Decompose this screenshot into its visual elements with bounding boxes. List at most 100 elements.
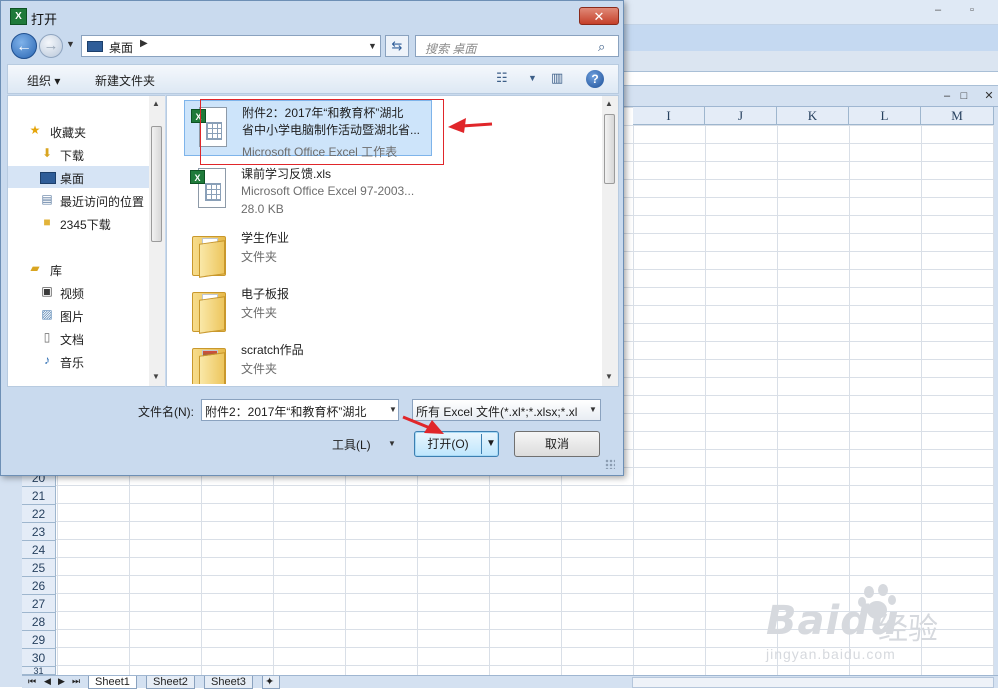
scroll-thumb[interactable] [604, 114, 615, 184]
cancel-button[interactable]: 取消 [514, 431, 600, 457]
column-header[interactable]: I [633, 107, 705, 125]
column-header[interactable]: L [849, 107, 921, 125]
filename-dropdown-icon[interactable]: ▼ [389, 405, 397, 414]
filename-input[interactable]: 附件2：2017年“和教育杯”湖北 [201, 399, 399, 421]
favorites-header[interactable]: ★ 收藏夹 [8, 120, 152, 142]
new-folder-button[interactable]: 新建文件夹 [95, 72, 155, 89]
folder-item[interactable]: 电子板报 文件夹 [184, 282, 432, 338]
file-type: Microsoft Office Excel 97-2003... [241, 184, 415, 198]
sheet-tab[interactable]: Sheet2 [146, 676, 195, 689]
view-options-icon[interactable]: ☷ [496, 70, 508, 86]
open-file-dialog: X 打开 ✕ ← → ▼ 桌面 ▶ ▼ ⇆ 搜索 桌面 ⌕ 组织 ▾ 新建文件夹… [0, 0, 624, 476]
excel-right-frame [994, 107, 998, 687]
filetype-dropdown-icon[interactable]: ▼ [589, 405, 597, 414]
row-header[interactable]: 23 [22, 523, 56, 541]
workbook-minimize-icon[interactable]: – [938, 88, 956, 104]
row-header[interactable]: 21 [22, 487, 56, 505]
nav-item-documents[interactable]: ▯ 文档 [8, 327, 152, 349]
watermark-url: jingyan.baidu.com [766, 646, 896, 662]
folder-icon [190, 344, 228, 384]
row-header[interactable]: 27 [22, 595, 56, 613]
refresh-button[interactable]: ⇆ [385, 35, 409, 57]
first-sheet-icon[interactable]: ⏮ [28, 676, 36, 687]
scroll-down-icon[interactable]: ▼ [152, 372, 160, 381]
sheet-tab[interactable]: Sheet3 [204, 676, 253, 689]
row-header[interactable]: 28 [22, 613, 56, 631]
row-header[interactable]: 25 [22, 559, 56, 577]
filename-label: 文件名(N): [138, 405, 194, 419]
excel-app-icon: X [10, 8, 27, 25]
search-input[interactable]: 搜索 桌面 ⌕ [415, 35, 619, 57]
nav-item-videos[interactable]: ▣ 视频 [8, 281, 152, 303]
sheet-tab[interactable]: Sheet1 [88, 676, 137, 689]
organize-menu[interactable]: 组织 ▾ [27, 72, 60, 89]
row-header[interactable]: 22 [22, 505, 56, 523]
column-header[interactable]: M [921, 107, 994, 125]
breadcrumb-arrow-icon[interactable]: ▶ [140, 38, 148, 49]
scroll-thumb[interactable] [151, 126, 162, 242]
open-button-label: 打开(O) [427, 437, 469, 451]
baidu-jingyan-watermark: Baidu 经验 jingyan.baidu.com [760, 580, 950, 670]
last-sheet-icon[interactable]: ⏭ [72, 676, 80, 687]
row-header[interactable]: 24 [22, 541, 56, 559]
folder-name: 电子板报 [241, 287, 290, 301]
nav-item-pictures[interactable]: ▨ 图片 [8, 304, 152, 326]
nav-pane-scrollbar[interactable]: ▲ ▼ [149, 96, 165, 386]
preview-pane-icon[interactable]: ▥ [551, 70, 563, 86]
row-header[interactable]: 26 [22, 577, 56, 595]
scroll-up-icon[interactable]: ▲ [152, 99, 160, 108]
video-library-icon: ▣ [41, 284, 53, 298]
nav-item-downloads[interactable]: ⬇ 下载 [8, 143, 152, 165]
nav-item-recent-places[interactable]: ▤ 最近访问的位置 [8, 189, 152, 211]
row-header[interactable]: 31 [22, 667, 56, 675]
folder-item[interactable]: 学生作业 文件夹 [184, 226, 432, 282]
view-dropdown-icon[interactable]: ▼ [528, 73, 537, 83]
row-header[interactable]: 30 [22, 649, 56, 667]
scroll-down-icon[interactable]: ▼ [605, 372, 613, 381]
annotation-highlight-box [200, 99, 444, 165]
scroll-up-icon[interactable]: ▲ [605, 99, 613, 108]
forward-button[interactable]: → [39, 34, 63, 58]
next-sheet-icon[interactable]: ▶ [58, 676, 65, 687]
folder-name: scratch作品 [241, 343, 304, 357]
search-placeholder: 搜索 桌面 [425, 42, 477, 56]
nav-item-2345-downloads[interactable]: ■ 2345下载 [8, 212, 152, 234]
watermark-text: 经验 [878, 612, 938, 647]
help-icon[interactable]: ? [586, 70, 604, 88]
libraries-header[interactable]: ▰ 库 [8, 258, 152, 280]
nav-item-desktop[interactable]: 桌面 [8, 166, 152, 188]
folder-item[interactable]: scratch作品 文件夹 [184, 338, 432, 384]
address-dropdown-icon[interactable]: ▼ [368, 41, 377, 51]
folder-name: 学生作业 [241, 231, 290, 245]
workbook-close-icon[interactable]: ✕ [980, 88, 998, 104]
column-header[interactable]: K [777, 107, 849, 125]
column-header[interactable]: J [705, 107, 777, 125]
back-button[interactable]: ← [11, 33, 37, 59]
horizontal-scrollbar[interactable] [632, 677, 994, 688]
file-list-scrollbar[interactable]: ▲ ▼ [602, 96, 618, 386]
tools-menu[interactable]: 工具(L) [332, 436, 371, 453]
workbook-restore-icon[interactable]: □ [955, 88, 973, 104]
recent-places-icon: ▤ [41, 192, 53, 206]
document-library-icon: ▯ [43, 330, 51, 344]
open-options-dropdown-icon[interactable]: ▼ [486, 432, 496, 456]
resize-grip-icon[interactable] [605, 459, 615, 469]
download-folder-icon: ⬇ [41, 146, 53, 160]
open-button[interactable]: 打开(O) ▼ [414, 431, 499, 457]
nav-item-music[interactable]: ♪ 音乐 [8, 350, 152, 372]
insert-sheet-icon[interactable]: ✦ [262, 676, 280, 689]
minimize-icon[interactable]: – [928, 3, 948, 17]
search-icon[interactable]: ⌕ [598, 39, 605, 55]
history-dropdown-icon[interactable]: ▼ [66, 39, 75, 49]
row-header[interactable]: 29 [22, 631, 56, 649]
close-button[interactable]: ✕ [579, 7, 619, 25]
address-location[interactable]: 桌面 [109, 39, 133, 56]
address-bar[interactable]: 桌面 ▶ ▼ [81, 35, 381, 57]
restore-icon[interactable]: ▫ [962, 3, 982, 17]
star-icon: ★ [29, 123, 41, 137]
tools-dropdown-icon[interactable]: ▼ [388, 439, 396, 448]
prev-sheet-icon[interactable]: ◀ [44, 676, 51, 687]
filetype-select[interactable]: 所有 Excel 文件(*.xl*;*.xlsx;*.xl [412, 399, 601, 421]
dialog-title-bar[interactable]: X 打开 ✕ [1, 1, 623, 31]
file-item[interactable]: X 课前学习反馈.xls Microsoft Office Excel 97-2… [184, 162, 432, 218]
